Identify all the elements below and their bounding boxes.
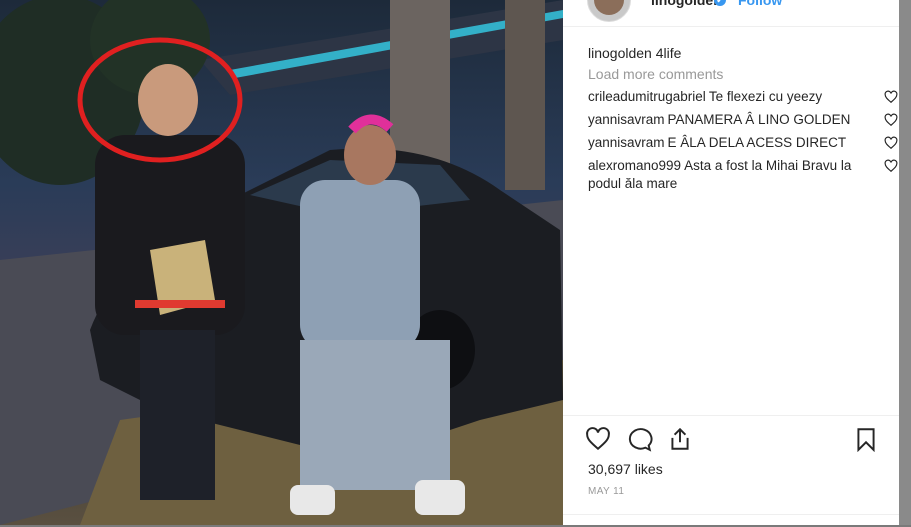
person-right-jacket <box>300 180 420 350</box>
likes-count[interactable]: 30,697 likes <box>588 461 663 477</box>
comment-username[interactable]: yannisavram <box>588 112 665 127</box>
bridge-pillar-2 <box>505 0 545 190</box>
post-date[interactable]: MAY 11 <box>588 486 624 497</box>
caption-text: 4life <box>655 45 682 61</box>
comment-heart-icon[interactable] <box>884 159 898 173</box>
post-header: linogolden ✔ Follow <box>563 0 899 27</box>
follow-button[interactable]: Follow <box>738 0 782 8</box>
comment: yannisavram PANAMERA Â LINO GOLDEN <box>588 111 898 129</box>
comment-text: E ÂLA DELA ACESS DIRECT <box>667 135 847 150</box>
comment-username[interactable]: crileadumitrugabriel <box>588 89 706 104</box>
sneaker <box>290 485 335 515</box>
header-username[interactable]: linogolden <box>651 0 722 8</box>
person-right-legs <box>300 340 450 490</box>
comment-heart-icon[interactable] <box>884 136 898 150</box>
sneaker <box>415 480 465 515</box>
post-actions: 30,697 likes MAY 11 <box>563 415 899 526</box>
avatar-image <box>594 0 624 15</box>
comment-heart-icon[interactable] <box>884 113 898 127</box>
comment-text: Te flexezi cu yeezy <box>708 89 823 104</box>
comment-icon[interactable] <box>627 426 653 452</box>
share-icon[interactable] <box>667 426 693 452</box>
add-comment-area[interactable] <box>563 514 899 527</box>
heart-icon[interactable] <box>585 426 611 452</box>
post-photo[interactable] <box>0 0 563 525</box>
comment: alexromano999 Asta a fost la Mihai Bravu … <box>588 157 898 193</box>
comment-heart-icon[interactable] <box>884 90 898 104</box>
comment-text: PANAMERA Â LINO GOLDEN <box>667 112 851 127</box>
person-right-head <box>344 125 396 185</box>
shirt-stripe <box>135 300 225 308</box>
load-more-comments-button[interactable]: Load more comments <box>588 65 880 83</box>
photo-illustration <box>0 0 563 525</box>
comment: yannisavram E ÂLA DELA ACESS DIRECT <box>588 134 898 152</box>
bookmark-icon[interactable] <box>853 426 879 452</box>
comment-username[interactable]: yannisavram <box>588 135 665 150</box>
comment-username[interactable]: alexromano999 <box>588 158 681 173</box>
comments-list: linogolden 4life Load more comments cril… <box>588 44 898 193</box>
comment: crileadumitrugabriel Te flexezi cu yeezy <box>588 88 898 106</box>
caption-username[interactable]: linogolden <box>588 45 652 61</box>
avatar[interactable] <box>587 0 631 22</box>
person-left-head <box>138 64 198 136</box>
person-left-legs <box>140 330 215 500</box>
bridge-pillar <box>390 0 450 165</box>
post-caption: linogolden 4life <box>588 44 880 62</box>
post-side-panel: linogolden ✔ Follow linogolden 4life Loa… <box>563 0 899 525</box>
